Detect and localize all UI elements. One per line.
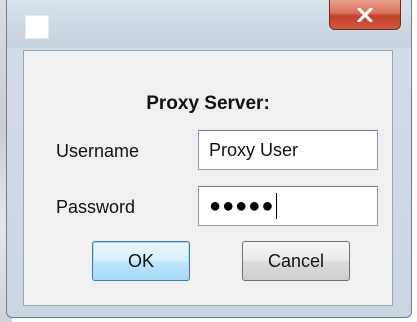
- username-input[interactable]: [198, 130, 378, 170]
- title-bar[interactable]: [7, 0, 411, 48]
- password-label: Password: [56, 197, 136, 217]
- dialog-content: Proxy Server: Username Password ●●●●● OK…: [23, 50, 393, 306]
- close-button[interactable]: [329, 0, 401, 30]
- app-icon: [25, 15, 49, 39]
- password-mask: ●●●●●: [209, 195, 275, 217]
- proxy-dialog-window: Proxy Server: Username Password ●●●●● OK…: [6, 0, 412, 318]
- password-input[interactable]: ●●●●●: [198, 186, 378, 226]
- username-label: Username: [56, 141, 140, 161]
- close-icon: [357, 7, 373, 22]
- cancel-button[interactable]: Cancel: [242, 241, 350, 281]
- text-caret: [276, 193, 278, 219]
- ok-button[interactable]: OK: [92, 241, 190, 281]
- dialog-heading: Proxy Server:: [146, 93, 270, 114]
